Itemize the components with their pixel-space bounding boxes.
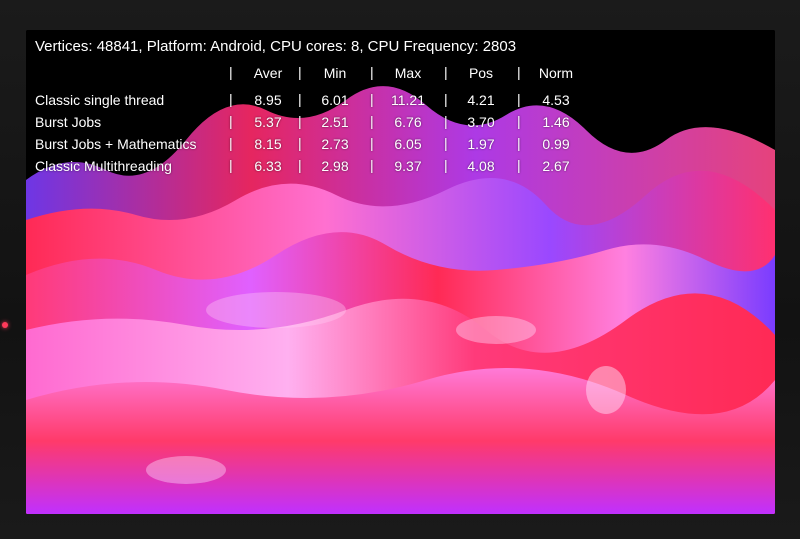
device-frame: Vertices: 48841, Platform: Android, CPU … <box>0 0 800 539</box>
cell-norm: 4.53 <box>542 92 570 108</box>
cell-norm: 0.99 <box>542 136 570 152</box>
column-separator: | <box>229 64 233 80</box>
column-header-min: Min <box>323 65 347 81</box>
column-separator: | <box>298 135 302 151</box>
column-separator: | <box>229 135 233 151</box>
cell-aver: 5.37 <box>254 114 282 130</box>
cell-min: 2.73 <box>321 136 349 152</box>
column-separator: | <box>444 157 448 173</box>
column-separator: | <box>444 91 448 107</box>
cell-max: 9.37 <box>394 158 422 174</box>
column-separator: | <box>229 157 233 173</box>
column-separator: | <box>517 64 521 80</box>
benchmark-overlay: Vertices: 48841, Platform: Android, CPU … <box>26 30 775 230</box>
cell-aver: 8.95 <box>254 92 282 108</box>
cell-aver: 8.15 <box>254 136 282 152</box>
cell-pos: 4.21 <box>467 92 495 108</box>
column-header-pos: Pos <box>468 65 494 81</box>
row-label: Classic single thread <box>35 92 165 108</box>
column-separator: | <box>298 157 302 173</box>
column-separator: | <box>370 91 374 107</box>
column-separator: | <box>229 113 233 129</box>
cell-max: 6.05 <box>394 136 422 152</box>
row-label: Burst Jobs <box>35 114 102 130</box>
column-separator: | <box>370 157 374 173</box>
cell-aver: 6.33 <box>254 158 282 174</box>
column-separator: | <box>444 113 448 129</box>
cell-min: 2.51 <box>321 114 349 130</box>
device-indicator-light <box>2 322 8 328</box>
column-separator: | <box>517 157 521 173</box>
cell-pos: 4.08 <box>467 158 495 174</box>
column-separator: | <box>517 91 521 107</box>
column-separator: | <box>517 113 521 129</box>
cell-norm: 2.67 <box>542 158 570 174</box>
cell-min: 2.98 <box>321 158 349 174</box>
column-separator: | <box>298 91 302 107</box>
column-separator: | <box>370 64 374 80</box>
column-header-aver: Aver <box>253 65 283 81</box>
column-separator: | <box>229 91 233 107</box>
cell-pos: 3.70 <box>467 114 495 130</box>
row-label: Classic Multithreading <box>35 158 172 174</box>
device-info-header: Vertices: 48841, Platform: Android, CPU … <box>35 38 517 55</box>
cell-max: 11.21 <box>391 92 425 108</box>
column-separator: | <box>298 113 302 129</box>
cell-norm: 1.46 <box>542 114 570 130</box>
column-separator: | <box>298 64 302 80</box>
column-separator: | <box>370 113 374 129</box>
column-separator: | <box>444 64 448 80</box>
column-header-max: Max <box>394 65 422 81</box>
row-label: Burst Jobs + Mathematics <box>35 136 197 152</box>
column-header-norm: Norm <box>538 65 574 81</box>
cell-max: 6.76 <box>394 114 422 130</box>
column-separator: | <box>517 135 521 151</box>
app-viewport[interactable]: Vertices: 48841, Platform: Android, CPU … <box>26 30 775 514</box>
cell-pos: 1.97 <box>467 136 495 152</box>
column-separator: | <box>444 135 448 151</box>
cell-min: 6.01 <box>321 92 349 108</box>
column-separator: | <box>370 135 374 151</box>
